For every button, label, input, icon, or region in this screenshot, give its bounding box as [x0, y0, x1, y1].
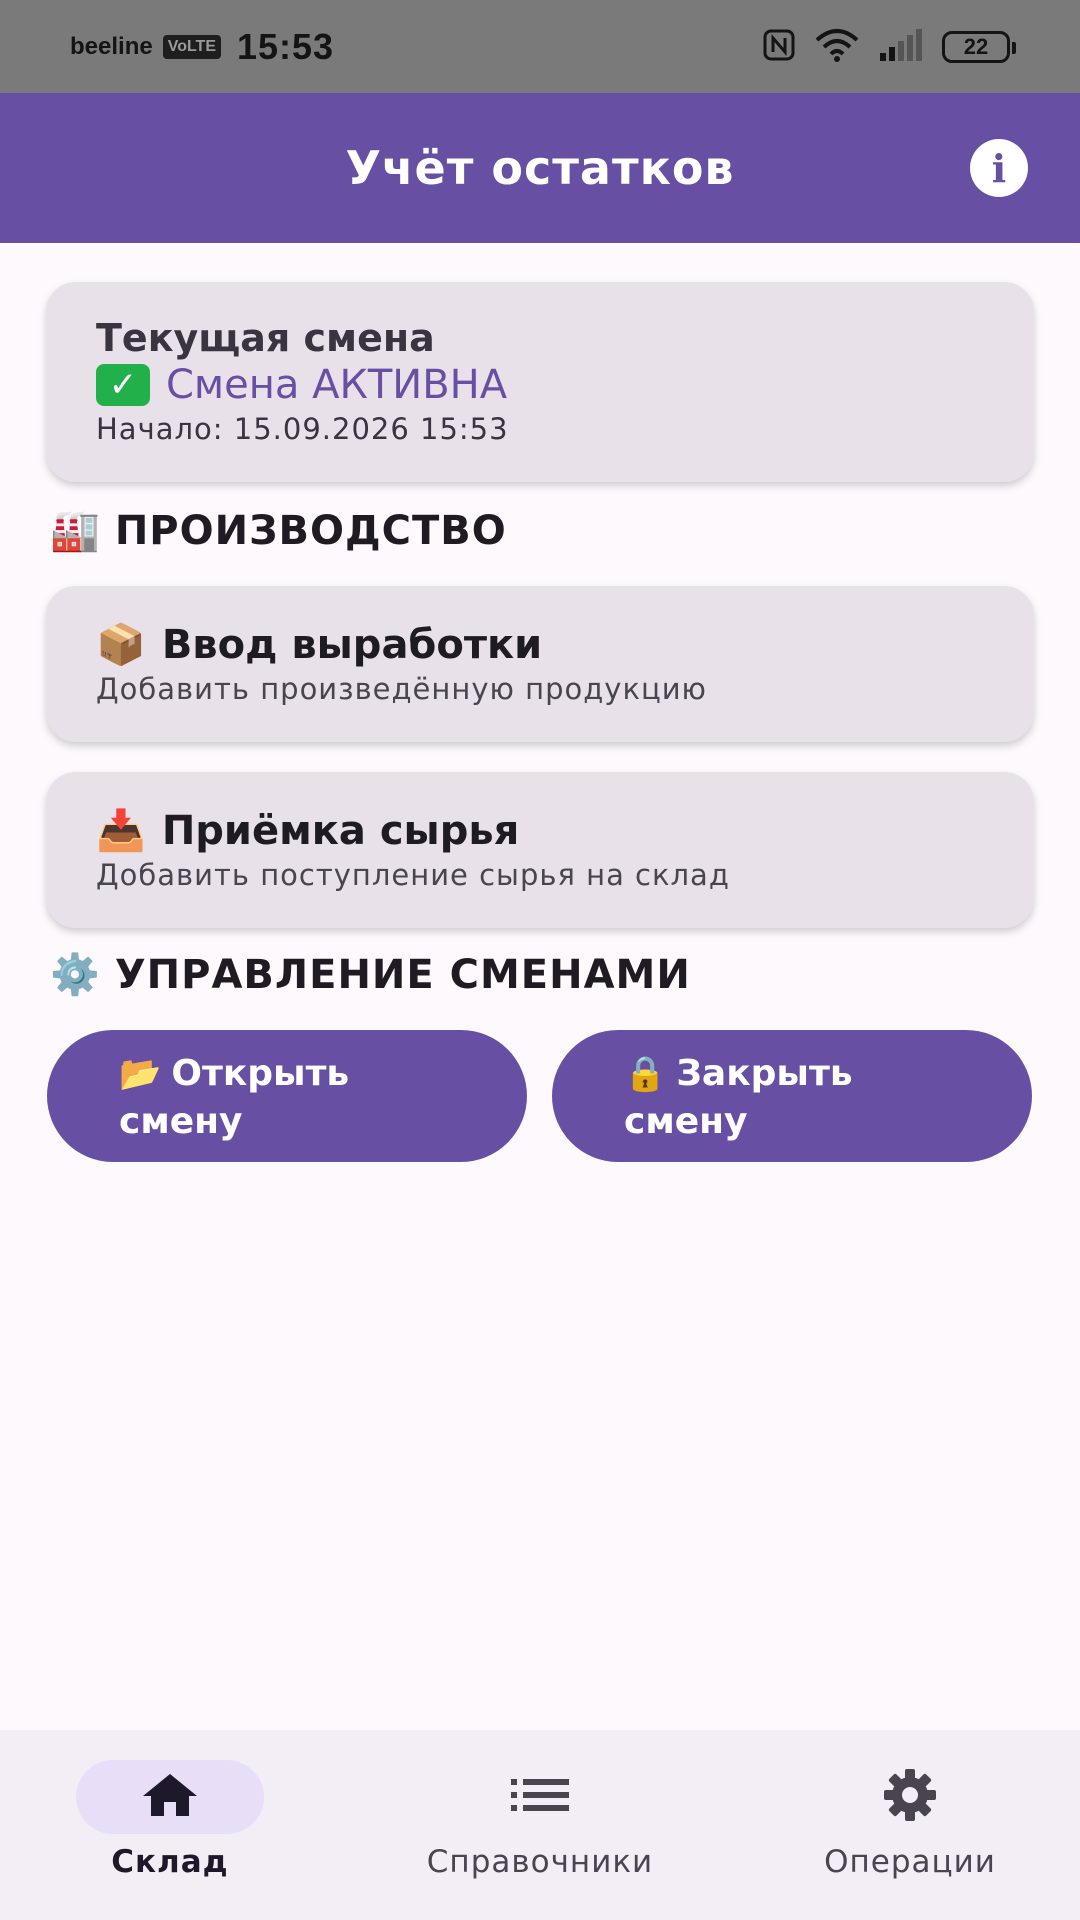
list-icon — [511, 1778, 569, 1816]
folder-icon: 📂 — [119, 1054, 162, 1094]
settings-icon — [882, 1767, 938, 1827]
nav-label-operations: Операции — [824, 1844, 996, 1880]
enter-output-title: Ввод выработки — [161, 622, 543, 668]
nav-indicator — [446, 1760, 634, 1834]
open-shift-button[interactable]: 📂 Открыть смену — [47, 1030, 527, 1162]
close-shift-label-2: смену — [624, 1101, 748, 1142]
home-icon — [141, 1772, 199, 1822]
inbox-tray-icon: 📥 — [96, 808, 146, 854]
wifi-icon — [814, 28, 860, 66]
enter-output-card[interactable]: 📦 Ввод выработки Добавить произведённую … — [46, 586, 1034, 742]
raw-receipt-title: Приёмка сырья — [161, 808, 520, 854]
app-title: Учёт остатков — [345, 141, 735, 195]
app-bar: Учёт остатков i — [0, 93, 1080, 243]
nav-item-warehouse[interactable]: Склад — [0, 1730, 340, 1920]
check-icon: ✓ — [96, 364, 150, 406]
current-shift-card: Текущая смена ✓ Смена АКТИВНА Начало: 15… — [46, 282, 1034, 482]
nav-item-directories[interactable]: Справочники — [340, 1730, 740, 1920]
open-shift-label-2: смену — [119, 1101, 243, 1142]
factory-icon: 🏭 — [50, 508, 101, 554]
gear-icon: ⚙️ — [50, 952, 101, 998]
bottom-navigation: Склад Справочники Операции — [0, 1730, 1080, 1920]
raw-receipt-card[interactable]: 📥 Приёмка сырья Добавить поступление сыр… — [46, 772, 1034, 928]
shift-management-section-title: ⚙️ УПРАВЛЕНИЕ СМЕНАМИ — [50, 952, 691, 998]
open-shift-label-1: Открыть — [171, 1053, 350, 1094]
battery-icon: 22 — [942, 30, 1016, 63]
lock-icon: 🔒 — [624, 1054, 667, 1094]
nfc-icon — [762, 28, 796, 66]
volte-badge: VoLTE — [162, 34, 221, 59]
production-title-label: ПРОИЗВОДСТВО — [114, 508, 507, 554]
signal-icon — [878, 28, 924, 65]
status-clock: 15:53 — [237, 25, 335, 67]
shift-start-time: Начало: 15.09.2026 15:53 — [96, 412, 509, 446]
shift-management-title-label: УПРАВЛЕНИЕ СМЕНАМИ — [114, 952, 691, 998]
close-shift-button[interactable]: 🔒 Закрыть смену — [552, 1030, 1032, 1162]
info-icon[interactable]: i — [970, 139, 1028, 197]
shift-status: Смена АКТИВНА — [166, 362, 508, 408]
carrier-name: beeline — [70, 32, 153, 60]
nav-active-indicator — [76, 1760, 264, 1834]
nav-label-warehouse: Склад — [111, 1844, 229, 1880]
nav-indicator — [816, 1760, 1004, 1834]
shift-card-title: Текущая смена — [96, 316, 435, 360]
status-bar: beeline VoLTE 15:53 22 — [0, 0, 1080, 93]
nav-label-directories: Справочники — [426, 1844, 654, 1880]
production-section-title: 🏭 ПРОИЗВОДСТВО — [50, 508, 507, 554]
raw-receipt-subtitle: Добавить поступление сырья на склад — [96, 858, 730, 892]
nav-item-operations[interactable]: Операции — [740, 1730, 1080, 1920]
enter-output-subtitle: Добавить произведённую продукцию — [96, 672, 707, 706]
close-shift-label-1: Закрыть — [676, 1053, 853, 1094]
package-icon: 📦 — [96, 622, 146, 668]
